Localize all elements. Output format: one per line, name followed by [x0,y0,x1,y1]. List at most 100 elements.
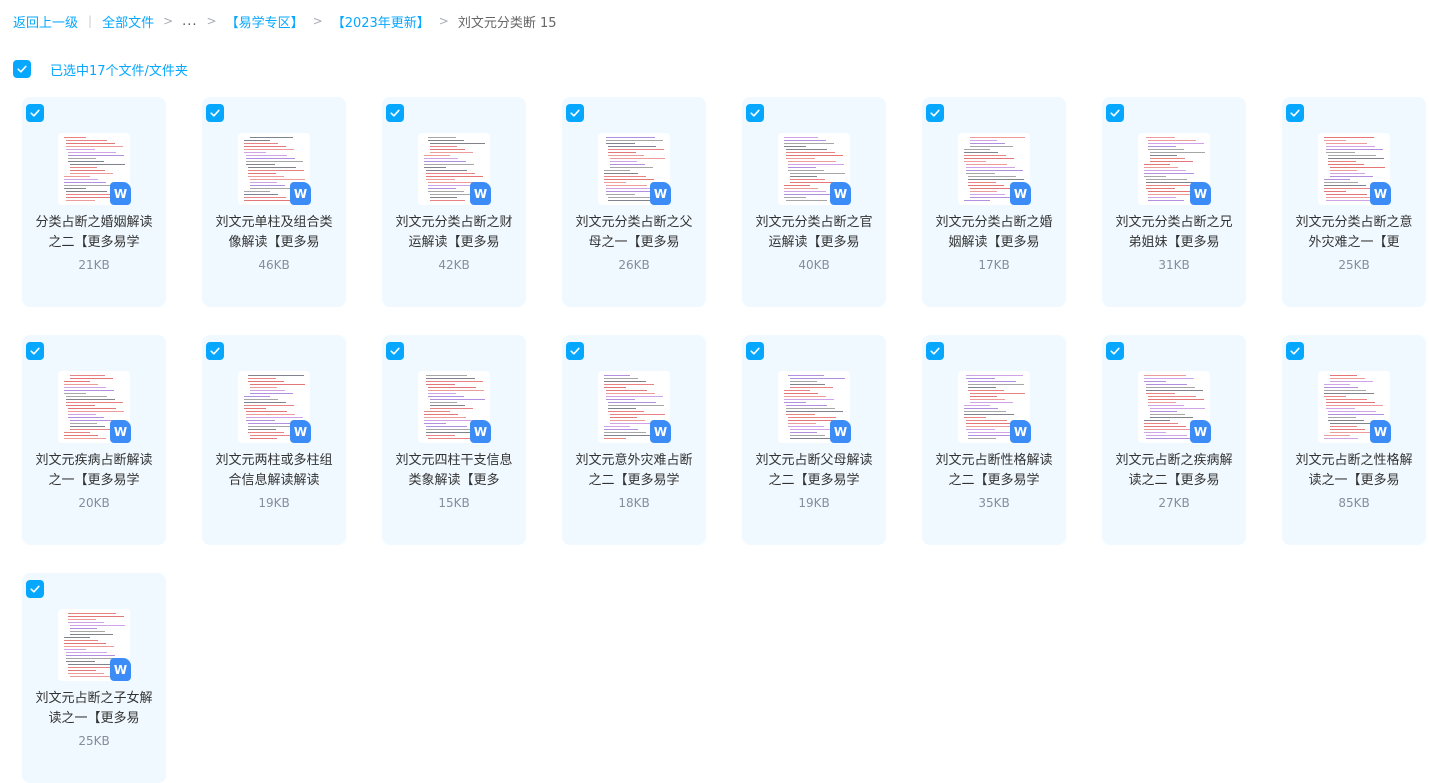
file-checkbox[interactable] [566,104,584,122]
file-card[interactable]: W 刘文元两柱或多柱组合信息解读解读 19KB [202,335,346,545]
thumbnail-text-line [606,194,635,195]
thumbnail-text-line [966,375,1023,376]
file-name[interactable]: 刘文元两柱或多柱组合信息解读解读 [212,451,336,491]
thumbnail-text-line [244,143,278,144]
thumbnail-text-line [968,179,1024,180]
file-name[interactable]: 刘文元分类占断之官运解读【更多易 [752,213,876,253]
file-card[interactable]: W 刘文元分类占断之财运解读【更多易 42KB [382,97,526,307]
file-card[interactable]: W 刘文元疾病占断解读之一【更多易学 20KB [22,335,166,545]
file-checkbox[interactable] [206,104,224,122]
file-checkbox[interactable] [1286,104,1304,122]
file-checkbox[interactable] [386,104,404,122]
file-checkbox[interactable] [566,342,584,360]
file-card[interactable]: W 刘文元占断之子女解读之一【更多易 25KB [22,573,166,783]
thumbnail-text-line [244,197,286,198]
file-checkbox[interactable] [926,104,944,122]
file-name[interactable]: 刘文元分类占断之婚姻解读【更多易 [932,213,1056,253]
file-card[interactable]: W 分类占断之婚姻解读之二【更多易学 21KB [22,97,166,307]
breadcrumb-folder-yixue[interactable]: 【易学专区】 [226,12,304,31]
thumbnail-text-line [1324,387,1358,388]
thumbnail-text-line [1150,408,1205,409]
thumbnail-text-line [428,140,464,141]
thumbnail-text-line [248,167,296,168]
thumbnail-text-line [1146,387,1195,388]
breadcrumb-all-files[interactable]: 全部文件 [102,12,154,31]
file-card[interactable]: W 刘文元分类占断之官运解读【更多易 40KB [742,97,886,307]
file-name[interactable]: 刘文元疾病占断解读之一【更多易学 [32,451,156,491]
select-all-checkbox[interactable] [13,60,31,78]
file-checkbox[interactable] [26,104,44,122]
file-checkbox[interactable] [926,342,944,360]
thumbnail-text-line [1328,417,1356,418]
thumbnail-text-line [1144,167,1178,168]
file-card[interactable]: W 刘文元分类占断之兄弟姐妹【更多易 31KB [1102,97,1246,307]
thumbnail-text-line [1144,429,1194,430]
back-link[interactable]: 返回上一级 [13,12,78,31]
thumbnail-text-line [970,197,1013,198]
thumbnail-text-line [64,438,106,439]
file-name[interactable]: 刘文元分类占断之兄弟姐妹【更多易 [1112,213,1236,253]
file-name[interactable]: 刘文元占断之疾病解读之二【更多易 [1112,451,1236,491]
file-name[interactable]: 刘文元四柱干支信息类象解读【更多 [392,451,516,491]
thumbnail-text-line [604,438,626,439]
file-name[interactable]: 刘文元占断之性格解读之一【更多易 [1292,451,1416,491]
thumbnail-text-line [1150,155,1177,156]
thumbnail-text-line [1330,432,1373,433]
thumbnail-text-line [964,405,990,406]
file-checkbox[interactable] [746,104,764,122]
file-checkbox[interactable] [26,580,44,598]
thumbnail-text-line [424,423,446,424]
file-name[interactable]: 分类占断之婚姻解读之二【更多易学 [32,213,156,253]
thumbnail-text-line [244,399,278,400]
thumbnail-text-line [428,387,476,388]
file-size: 31KB [1158,258,1190,272]
file-checkbox[interactable] [746,342,764,360]
file-card[interactable]: W 刘文元占断性格解读之二【更多易学 35KB [922,335,1066,545]
thumbnail-text-line [428,182,476,183]
thumbnail-text-line [1328,414,1384,415]
file-card[interactable]: W 刘文元占断父母解读之二【更多易学 19KB [742,335,886,545]
thumbnail-text-line [246,158,295,159]
thumbnail-text-line [606,390,647,391]
breadcrumb-folder-2023[interactable]: 【2023年更新】 [332,12,430,31]
thumbnail-text-line [1326,402,1375,403]
thumbnail-text-line [788,167,816,168]
file-name[interactable]: 刘文元占断父母解读之二【更多易学 [752,451,876,491]
thumbnail-text-line [604,435,654,436]
file-card[interactable]: W 刘文元占断之疾病解读之二【更多易 27KB [1102,335,1246,545]
chevron-right-icon: > [312,14,323,28]
file-card[interactable]: W 刘文元占断之性格解读之一【更多易 85KB [1282,335,1426,545]
file-checkbox[interactable] [26,342,44,360]
thumbnail-text-line [1148,146,1176,147]
file-name[interactable]: 刘文元单柱及组合类像解读【更多易 [212,213,336,253]
thumbnail-text-line [606,185,647,186]
file-card[interactable]: W 刘文元四柱干支信息类象解读【更多 15KB [382,335,526,545]
file-name[interactable]: 刘文元意外灾难占断之二【更多易学 [572,451,696,491]
thumbnail-text-line [1324,188,1374,189]
file-name[interactable]: 刘文元分类占断之父母之一【更多易 [572,213,696,253]
file-name[interactable]: 刘文元分类占断之意外灾难之一【更 [1292,213,1416,253]
thumbnail-text-line [70,628,97,629]
thumbnail-text-line [426,173,475,174]
file-checkbox[interactable] [1106,342,1124,360]
file-name[interactable]: 刘文元占断性格解读之二【更多易学 [932,451,1056,491]
thumbnail-text-line [1150,152,1205,153]
thumbnail-text-line [784,143,834,144]
thumbnail-text-line [964,417,986,418]
breadcrumb-ellipsis[interactable]: ... [182,14,197,29]
file-card[interactable]: W 刘文元分类占断之意外灾难之一【更 25KB [1282,97,1426,307]
breadcrumb: 返回上一级 | 全部文件 > ... > 【易学专区】 > 【2023年更新】 … [13,11,557,31]
file-checkbox[interactable] [206,342,224,360]
file-checkbox[interactable] [386,342,404,360]
thumbnail-text-line [68,411,124,412]
file-card[interactable]: W 刘文元分类占断之婚姻解读【更多易 17KB [922,97,1066,307]
file-name[interactable]: 刘文元分类占断之财运解读【更多易 [392,213,516,253]
file-card[interactable]: W 刘文元单柱及组合类像解读【更多易 46KB [202,97,346,307]
file-card[interactable]: W 刘文元意外灾难占断之二【更多易学 18KB [562,335,706,545]
file-checkbox[interactable] [1106,104,1124,122]
word-doc-icon: W [1370,420,1391,443]
file-card[interactable]: W 刘文元分类占断之父母之一【更多易 26KB [562,97,706,307]
file-name[interactable]: 刘文元占断之子女解读之一【更多易 [32,689,156,729]
file-checkbox[interactable] [1286,342,1304,360]
thumbnail-text-line [1146,188,1175,189]
